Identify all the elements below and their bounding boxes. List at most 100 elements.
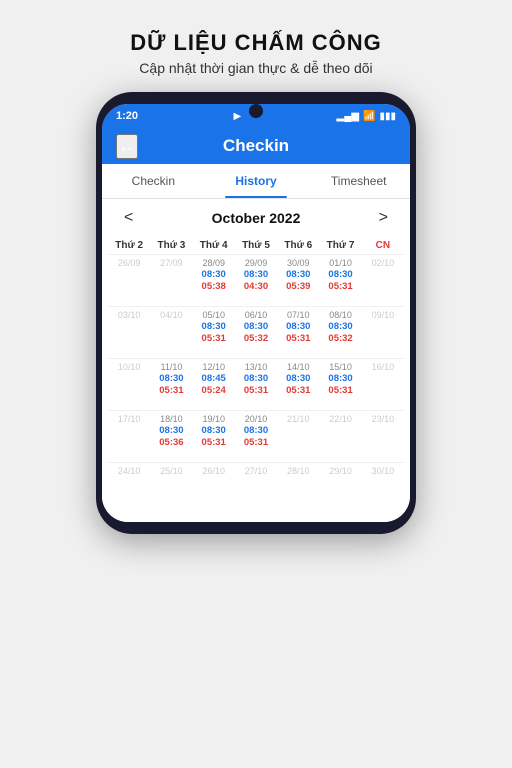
cal-cell[interactable]: 05/1008:3005:31 <box>193 306 235 358</box>
cal-cell[interactable]: 26/09 <box>108 254 150 306</box>
cal-cell[interactable]: 12/1008:4505:24 <box>193 358 235 410</box>
cal-date: 21/10 <box>287 414 310 424</box>
cal-checkout-time: 05:32 <box>244 333 268 345</box>
back-button[interactable]: ← <box>116 134 138 159</box>
cal-cell[interactable]: 08/1008:3005:32 <box>319 306 361 358</box>
dow-sun: CN <box>362 237 404 254</box>
cal-date: 19/10 <box>202 414 225 424</box>
cal-cell[interactable]: 24/10 <box>108 462 150 514</box>
cal-checkout-time: 04:30 <box>244 281 268 293</box>
cal-cell[interactable]: 27/10 <box>235 462 277 514</box>
cal-date: 02/10 <box>372 258 395 268</box>
cal-checkin-time: 08:30 <box>244 269 268 281</box>
cal-date: 16/10 <box>372 362 395 372</box>
cal-date: 24/10 <box>118 466 141 476</box>
cal-cell[interactable]: 22/10 <box>319 410 361 462</box>
cal-cell[interactable]: 11/1008:3005:31 <box>150 358 192 410</box>
cal-date: 06/10 <box>245 310 268 320</box>
cal-cell[interactable]: 04/10 <box>150 306 192 358</box>
cal-cell[interactable]: 17/10 <box>108 410 150 462</box>
cal-date: 13/10 <box>245 362 268 372</box>
cal-date: 01/10 <box>329 258 352 268</box>
cal-checkin-time: 08:45 <box>202 373 226 385</box>
cal-checkin-time: 08:30 <box>202 425 226 437</box>
month-label: October 2022 <box>212 210 301 226</box>
cal-checkout-time: 05:32 <box>328 333 352 345</box>
cal-cell[interactable]: 01/1008:3005:31 <box>319 254 361 306</box>
cal-checkout-time: 05:31 <box>286 385 310 397</box>
cal-date: 05/10 <box>202 310 225 320</box>
cal-cell[interactable]: 15/1008:3005:31 <box>319 358 361 410</box>
cal-cell[interactable]: 21/10 <box>277 410 319 462</box>
cal-date: 30/10 <box>372 466 395 476</box>
battery-icon: ▮▮▮ <box>379 111 396 122</box>
cal-cell[interactable]: 16/10 <box>362 358 404 410</box>
page-subtitle: Cập nhật thời gian thực & dễ theo dõi <box>130 60 382 76</box>
cal-date: 29/10 <box>329 466 352 476</box>
cal-checkin-time: 08:30 <box>244 425 268 437</box>
cal-cell[interactable]: 29/10 <box>319 462 361 514</box>
wifi-icon: 📶 <box>363 111 375 122</box>
cal-date: 11/10 <box>160 362 182 372</box>
dow-wed: Thứ 4 <box>193 237 235 254</box>
cal-checkin-time: 08:30 <box>244 373 268 385</box>
cal-date: 26/09 <box>118 258 141 268</box>
cal-cell[interactable]: 25/10 <box>150 462 192 514</box>
cal-checkin-time: 08:30 <box>202 321 226 333</box>
cal-cell[interactable]: 28/10 <box>277 462 319 514</box>
cal-checkout-time: 05:31 <box>244 437 268 449</box>
tab-checkin[interactable]: Checkin <box>102 164 205 198</box>
cal-cell[interactable]: 20/1008:3005:31 <box>235 410 277 462</box>
cal-date: 25/10 <box>160 466 183 476</box>
cal-cell[interactable]: 18/1008:3005:36 <box>150 410 192 462</box>
cal-checkout-time: 05:31 <box>202 333 226 345</box>
next-month-button[interactable]: > <box>371 207 396 229</box>
phone-shell: 1:20 ▶ ▂▄▆ 📶 ▮▮▮ ← Checkin Checkin Histo… <box>96 92 416 534</box>
cal-cell[interactable]: 09/10 <box>362 306 404 358</box>
cal-checkout-time: 05:31 <box>328 281 352 293</box>
calendar: < October 2022 > Thứ 2 Thứ 3 Thứ 4 Thứ 5… <box>102 199 410 522</box>
cal-checkin-time: 08:30 <box>286 269 310 281</box>
cal-cell[interactable]: 26/10 <box>193 462 235 514</box>
cal-checkout-time: 05:39 <box>286 281 310 293</box>
cal-date: 04/10 <box>160 310 183 320</box>
cal-cell[interactable]: 30/0908:3005:39 <box>277 254 319 306</box>
tab-timesheet[interactable]: Timesheet <box>307 164 410 198</box>
page-header: DỮ LIỆU CHẤM CÔNG Cập nhật thời gian thự… <box>110 20 402 92</box>
cal-cell[interactable]: 10/10 <box>108 358 150 410</box>
cal-date: 07/10 <box>287 310 310 320</box>
navigation-icon: ▶ <box>233 111 241 122</box>
cal-cell[interactable]: 13/1008:3005:31 <box>235 358 277 410</box>
cal-date: 20/10 <box>245 414 268 424</box>
cal-cell[interactable]: 03/10 <box>108 306 150 358</box>
signal-icon: ▂▄▆ <box>337 111 359 122</box>
cal-checkin-time: 08:30 <box>202 269 226 281</box>
app-bar: ← Checkin <box>102 128 410 164</box>
cal-cell[interactable]: 07/1008:3005:31 <box>277 306 319 358</box>
cal-checkin-time: 08:30 <box>328 373 352 385</box>
cal-cell[interactable]: 14/1008:3005:31 <box>277 358 319 410</box>
dow-sat: Thứ 7 <box>319 237 361 254</box>
phone-screen: 1:20 ▶ ▂▄▆ 📶 ▮▮▮ ← Checkin Checkin Histo… <box>102 104 410 522</box>
cal-cell[interactable]: 30/10 <box>362 462 404 514</box>
app-bar-title: Checkin <box>223 136 289 156</box>
prev-month-button[interactable]: < <box>116 207 141 229</box>
cal-cell[interactable]: 29/0908:3004:30 <box>235 254 277 306</box>
cal-cell[interactable]: 06/1008:3005:32 <box>235 306 277 358</box>
dow-thu: Thứ 5 <box>235 237 277 254</box>
cal-cell[interactable]: 27/09 <box>150 254 192 306</box>
cal-date: 15/10 <box>329 362 352 372</box>
phone-notch <box>249 104 263 118</box>
dow-tue: Thứ 3 <box>150 237 192 254</box>
cal-checkin-time: 08:30 <box>286 373 310 385</box>
cal-date: 03/10 <box>118 310 141 320</box>
cal-cell[interactable]: 02/10 <box>362 254 404 306</box>
tab-history[interactable]: History <box>205 164 308 198</box>
cal-date: 08/10 <box>329 310 352 320</box>
cal-cell[interactable]: 23/10 <box>362 410 404 462</box>
cal-cell[interactable]: 19/1008:3005:31 <box>193 410 235 462</box>
page-title: DỮ LIỆU CHẤM CÔNG <box>130 30 382 56</box>
cal-cell[interactable]: 28/0908:3005:38 <box>193 254 235 306</box>
cal-checkout-time: 05:31 <box>244 385 268 397</box>
cal-checkout-time: 05:36 <box>159 437 183 449</box>
